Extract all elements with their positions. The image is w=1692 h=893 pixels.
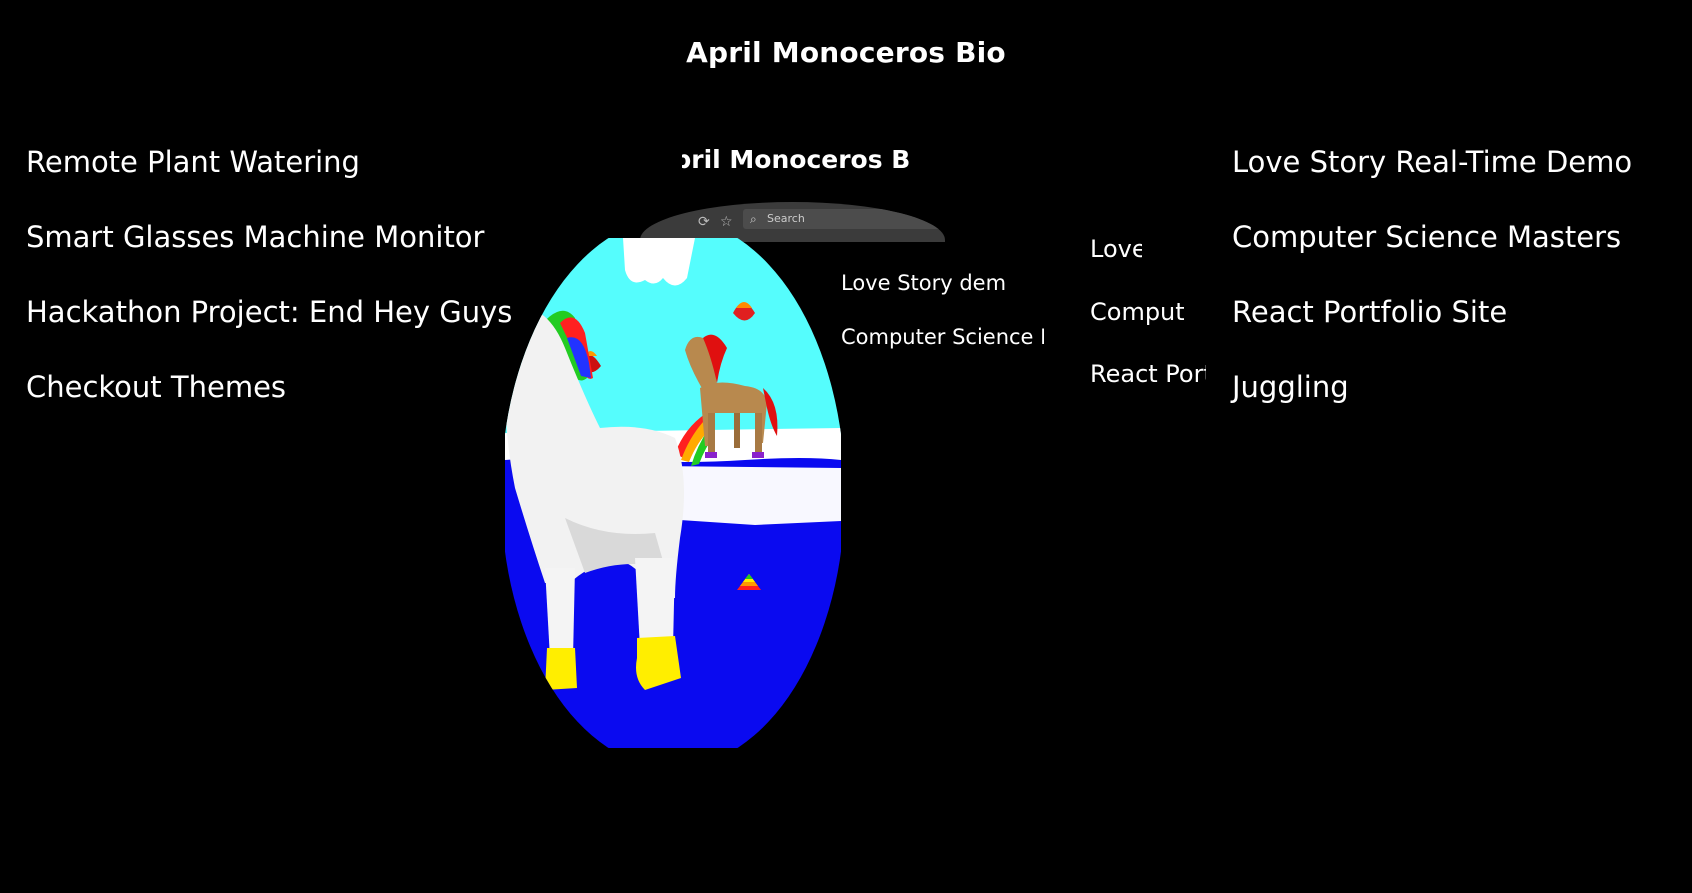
search-icon: ⌕ [750,212,757,226]
nav-item: Remote Plant Watering [26,140,512,215]
nav-link-smart-glasses[interactable]: Smart Glasses Machine Monitor [26,215,512,290]
nav-link-checkout-themes[interactable]: Checkout Themes [26,365,512,440]
preview-outer-link-love-story[interactable]: Love Story [1090,233,1142,265]
preview-browser-toolbar: ⟳ ☆ ⌕ Search [640,202,945,242]
nav-link-react-portfolio[interactable]: React Portfolio Site [1232,290,1632,365]
nav-item: Juggling [1232,365,1632,440]
nav-link-hackathon-project[interactable]: Hackathon Project: End Hey Guys [26,290,512,365]
preview-link-cs-masters[interactable]: Computer Science Masters [841,323,1044,351]
nav-item: Smart Glasses Machine Monitor [26,215,512,290]
nav-right: Love Story Real-Time Demo Computer Scien… [1232,140,1632,440]
preview-link-love-story[interactable]: Love Story demo [841,269,1005,297]
snow-cloud [623,238,695,286]
search-placeholder: Search [767,212,805,225]
reload-icon[interactable]: ⟳ [698,214,710,230]
preview-title: April Monoceros Bio [682,144,912,178]
nav-left: Remote Plant Watering Smart Glasses Mach… [26,140,512,440]
nav-item: Love Story Real-Time Demo [1232,140,1632,215]
preview-outer-link-react[interactable]: React Portfolio [1090,358,1206,390]
nav-link-cs-masters[interactable]: Computer Science Masters [1232,215,1632,290]
preview-outer-link-computer[interactable]: Computer [1090,296,1184,328]
preview-search-input[interactable]: ⌕ Search [743,209,945,229]
nav-link-love-story[interactable]: Love Story Real-Time Demo [1232,140,1632,215]
nav-link-juggling[interactable]: Juggling [1232,365,1632,440]
nav-item: Hackathon Project: End Hey Guys [26,290,512,365]
star-icon[interactable]: ☆ [720,214,733,230]
nav-link-remote-plant-watering[interactable]: Remote Plant Watering [26,140,512,215]
page-title: April Monoceros Bio [686,36,1006,69]
page-root: April Monoceros Bio Remote Plant Waterin… [0,0,1692,893]
nav-item: Checkout Themes [26,365,512,440]
nav-item: React Portfolio Site [1232,290,1632,365]
nav-item: Computer Science Masters [1232,215,1632,290]
lens-scene[interactable] [505,238,841,748]
unicorn-scene-image [505,238,841,748]
preview-title-text: April Monoceros Bio [682,145,912,174]
